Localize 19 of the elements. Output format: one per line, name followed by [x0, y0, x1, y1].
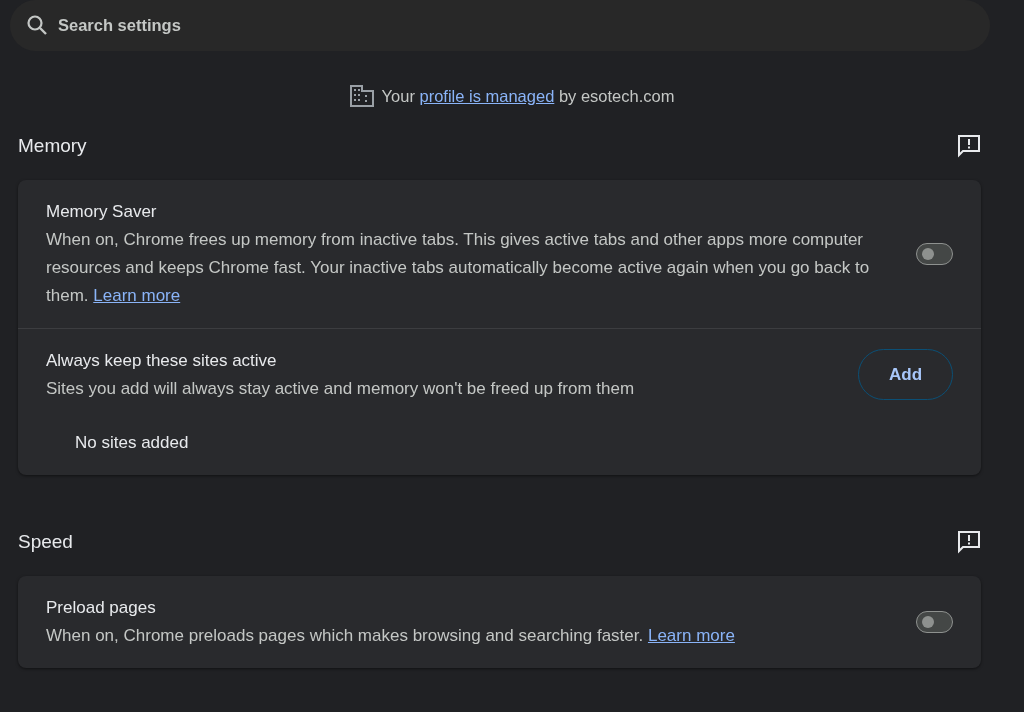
section-heading: Speed: [18, 529, 73, 554]
setting-description: When on, Chrome preloads pages which makes browsing and searching faster. Learn more: [46, 624, 736, 647]
setting-description: Sites you add will always stay active and memory won't be freed up from them: [46, 377, 636, 400]
learn-more-link[interactable]: Learn more: [93, 285, 181, 305]
feedback-icon[interactable]: [957, 529, 981, 554]
feedback-icon[interactable]: [957, 133, 981, 158]
section-heading: Memory: [18, 133, 87, 158]
setting-title: Memory Saver: [46, 200, 158, 223]
building-icon: [349, 85, 374, 108]
setting-description: When on, Chrome frees up memory from inactive tabs. This gives active tabs and other apps more computer resources and keeps Chrome fast. Your inactive tabs automatically become active again when you go back to them. Learn more: [46, 228, 871, 307]
toggle-switch[interactable]: [916, 610, 953, 633]
toggle-switch[interactable]: [916, 242, 953, 265]
managed-notice: Your profile is managed by esotech.com: [381, 86, 675, 107]
empty-note: No sites added: [75, 431, 189, 454]
setting-title: Preload pages: [46, 596, 157, 619]
profile-link[interactable]: profile is managed: [419, 87, 555, 105]
search-field[interactable]: Search settings: [10, 0, 990, 51]
learn-more-link[interactable]: Learn more: [647, 625, 735, 645]
setting-title: Always keep these sites active: [46, 349, 278, 372]
